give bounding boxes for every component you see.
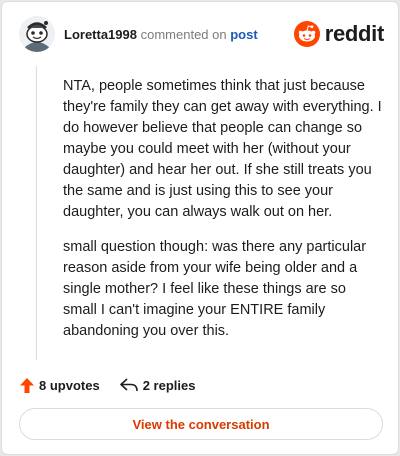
post-link[interactable]: post bbox=[230, 27, 257, 42]
avatar-snoo-icon bbox=[19, 16, 55, 52]
username[interactable]: Loretta1998 bbox=[64, 27, 137, 42]
thread-line bbox=[36, 66, 37, 360]
user-avatar[interactable] bbox=[19, 16, 55, 52]
comment-header: Loretta1998 commented on post reddit bbox=[19, 14, 384, 54]
reddit-snoo-icon bbox=[293, 21, 320, 47]
replies-stat[interactable]: 2 replies bbox=[119, 377, 196, 393]
comment-footer: 8 upvotes 2 replies bbox=[20, 375, 215, 395]
reddit-wordmark: reddit bbox=[324, 21, 385, 46]
reddit-brand[interactable]: reddit bbox=[293, 20, 385, 48]
upvote-arrow-icon bbox=[20, 377, 34, 393]
comment-byline: Loretta1998 commented on post bbox=[64, 27, 258, 42]
comment-paragraph: small question though: was there any par… bbox=[63, 239, 367, 339]
upvotes-stat[interactable]: 8 upvotes bbox=[20, 377, 100, 393]
comment-paragraph: NTA, people sometimes think that just be… bbox=[63, 78, 382, 220]
view-conversation-button[interactable]: View the conversation bbox=[19, 408, 383, 440]
upvotes-count: 8 upvotes bbox=[39, 377, 100, 393]
action-text: commented on bbox=[140, 27, 227, 42]
comment-body: NTA, people sometimes think that just be… bbox=[63, 76, 383, 356]
comment-card: Loretta1998 commented on post reddit NTA… bbox=[1, 1, 399, 455]
replies-count: 2 replies bbox=[142, 377, 196, 393]
reply-arrow-icon bbox=[119, 378, 138, 392]
